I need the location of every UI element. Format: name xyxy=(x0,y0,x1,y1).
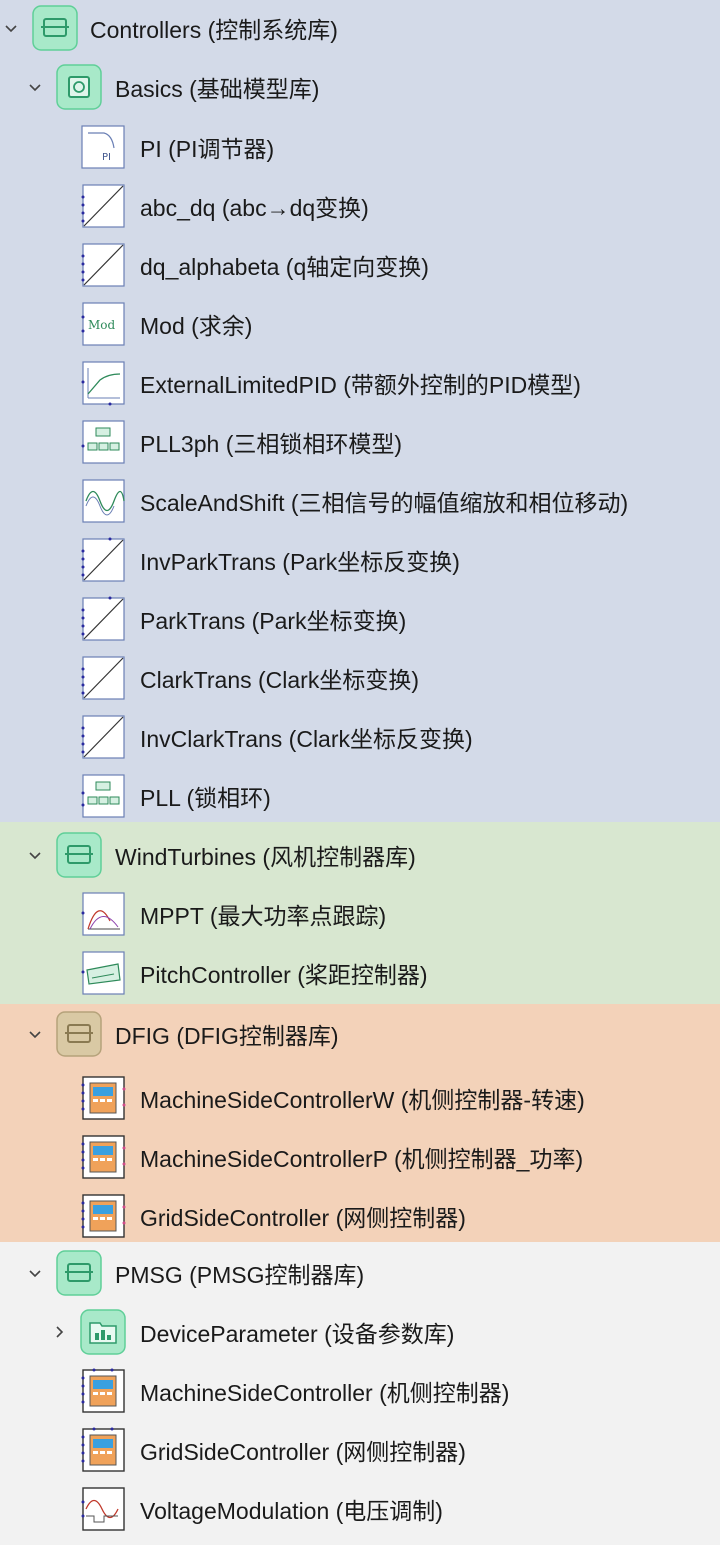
tree-leaf-external-limited-pid[interactable]: ExternalLimitedPID (带额外控制的PID模型) xyxy=(0,356,720,410)
tree-leaf-label: ExternalLimitedPID (带额外控制的PID模型) xyxy=(140,372,581,398)
tree-leaf-label: VoltageModulation (电压调制) xyxy=(140,1498,443,1524)
tree-leaf-label: PI (PI调节器) xyxy=(140,136,275,162)
tree-leaf-grid-side-controller[interactable]: GridSideController (网侧控制器) xyxy=(0,1189,720,1243)
tree-node-label: Basics (基础模型库) xyxy=(115,76,320,102)
tree-leaf-pitch-controller[interactable]: PitchController (桨距控制器) xyxy=(0,946,720,1000)
controller-block-icon xyxy=(80,1193,126,1239)
tree-node-wind-turbines[interactable]: WindTurbines (风机控制器库) xyxy=(0,828,720,882)
tree-leaf-voltage-modulation[interactable]: VoltageModulation (电压调制) xyxy=(0,1482,720,1536)
transform-block-icon xyxy=(80,596,126,642)
tree-leaf-abc-dq[interactable]: abc_dq (abc→dq变换) xyxy=(0,179,720,233)
tree-leaf-dq-alphabeta[interactable]: dq_alphabeta (q轴定向变换) xyxy=(0,238,720,292)
mppt-curve-icon xyxy=(80,891,126,937)
tree-leaf-pi[interactable]: PI PI (PI调节器) xyxy=(0,120,720,174)
parameter-record-icon xyxy=(80,1309,126,1355)
transform-block-icon xyxy=(80,655,126,701)
package-icon xyxy=(32,5,78,51)
controllers-section: Controllers (控制系统库) Basics (基础模型库) PI PI… xyxy=(0,0,720,822)
package-icon xyxy=(56,64,102,110)
tree-node-device-parameter[interactable]: DeviceParameter (设备参数库) xyxy=(0,1305,720,1359)
pll-block-icon xyxy=(80,773,126,819)
controller-block-icon xyxy=(80,1368,126,1414)
tree-leaf-scale-and-shift[interactable]: ScaleAndShift (三相信号的幅值缩放和相位移动) xyxy=(0,474,720,528)
dfig-section: DFIG (DFIG控制器库) MachineSideControllerW (… xyxy=(0,1004,720,1242)
tree-node-label: DFIG (DFIG控制器库) xyxy=(115,1023,339,1049)
tree-leaf-label: PitchController (桨距控制器) xyxy=(140,962,428,988)
tree-leaf-label: DeviceParameter (设备参数库) xyxy=(140,1321,455,1347)
tree-leaf-label: ParkTrans (Park坐标变换) xyxy=(140,608,407,634)
tree-leaf-machine-side-controller[interactable]: MachineSideController (机侧控制器) xyxy=(0,1364,720,1418)
tree-leaf-label: GridSideController (网侧控制器) xyxy=(140,1439,466,1465)
package-icon xyxy=(56,832,102,878)
tree-leaf-label: Mod (求余) xyxy=(140,313,253,339)
mod-block-icon: Mod xyxy=(80,301,126,347)
tree-leaf-label: ScaleAndShift (三相信号的幅值缩放和相位移动) xyxy=(140,490,629,516)
tree-leaf-pll[interactable]: PLL (锁相环) xyxy=(0,769,720,823)
modulation-block-icon xyxy=(80,1486,126,1532)
controller-block-icon xyxy=(80,1134,126,1180)
svg-text:PI: PI xyxy=(102,152,111,163)
tree-leaf-inv-park-trans[interactable]: InvParkTrans (Park坐标反变换) xyxy=(0,533,720,587)
tree-leaf-label: MachineSideController (机侧控制器) xyxy=(140,1380,510,1406)
tree-node-label: WindTurbines (风机控制器库) xyxy=(115,844,416,870)
tree-leaf-machine-side-controller-w[interactable]: MachineSideControllerW (机侧控制器-转速) xyxy=(0,1071,720,1125)
transform-block-icon xyxy=(80,242,126,288)
transform-block-icon xyxy=(80,183,126,229)
tree-leaf-label: MachineSideControllerP (机侧控制器_功率) xyxy=(140,1146,584,1172)
controller-block-icon xyxy=(80,1075,126,1121)
tree-node-pmsg[interactable]: PMSG (PMSG控制器库) xyxy=(0,1246,720,1300)
tree-leaf-label: InvClarkTrans (Clark坐标反变换) xyxy=(140,726,473,752)
tree-leaf-machine-side-controller-p[interactable]: MachineSideControllerP (机侧控制器_功率) xyxy=(0,1130,720,1184)
tree-node-label: Controllers (控制系统库) xyxy=(90,17,338,43)
tree-leaf-label: ClarkTrans (Clark坐标变换) xyxy=(140,667,419,693)
tree-leaf-grid-side-controller[interactable]: GridSideController (网侧控制器) xyxy=(0,1423,720,1477)
chevron-down-icon[interactable] xyxy=(24,1023,46,1045)
tree-leaf-label: abc_dq (abc→dq变换) xyxy=(140,195,369,221)
tree-node-label: PMSG (PMSG控制器库) xyxy=(115,1262,365,1288)
sine-block-icon xyxy=(80,478,126,524)
tree-leaf-inv-clark-trans[interactable]: InvClarkTrans (Clark坐标反变换) xyxy=(0,710,720,764)
transform-block-icon xyxy=(80,537,126,583)
tree-leaf-label: PLL3ph (三相锁相环模型) xyxy=(140,431,403,457)
tree-leaf-mppt[interactable]: MPPT (最大功率点跟踪) xyxy=(0,887,720,941)
tree-leaf-label: MachineSideControllerW (机侧控制器-转速) xyxy=(140,1087,585,1113)
tree-leaf-label: GridSideController (网侧控制器) xyxy=(140,1205,466,1231)
chevron-down-icon[interactable] xyxy=(24,844,46,866)
pi-block-icon: PI xyxy=(80,124,126,170)
wind-turbines-section: WindTurbines (风机控制器库) MPPT (最大功率点跟踪) Pit… xyxy=(0,822,720,1004)
package-icon xyxy=(56,1250,102,1296)
package-icon xyxy=(56,1011,102,1057)
tree-leaf-label: InvParkTrans (Park坐标反变换) xyxy=(140,549,460,575)
transform-block-icon xyxy=(80,714,126,760)
chevron-right-icon[interactable] xyxy=(48,1321,70,1343)
tree-leaf-label: PLL (锁相环) xyxy=(140,785,271,811)
pll-block-icon xyxy=(80,419,126,465)
chevron-down-icon[interactable] xyxy=(0,17,22,39)
chevron-down-icon[interactable] xyxy=(24,76,46,98)
tree-leaf-label: dq_alphabeta (q轴定向变换) xyxy=(140,254,429,280)
tree-node-controllers[interactable]: Controllers (控制系统库) xyxy=(0,1,720,55)
tree-node-dfig[interactable]: DFIG (DFIG控制器库) xyxy=(0,1007,720,1061)
svg-text:Mod: Mod xyxy=(88,318,116,332)
tree-leaf-pll3ph[interactable]: PLL3ph (三相锁相环模型) xyxy=(0,415,720,469)
chevron-down-icon[interactable] xyxy=(24,1262,46,1284)
controller-block-icon xyxy=(80,1427,126,1473)
tree-leaf-mod[interactable]: Mod Mod (求余) xyxy=(0,297,720,351)
tree-node-basics[interactable]: Basics (基础模型库) xyxy=(0,60,720,114)
tree-leaf-park-trans[interactable]: ParkTrans (Park坐标变换) xyxy=(0,592,720,646)
pmsg-section: PMSG (PMSG控制器库) DeviceParameter (设备参数库) … xyxy=(0,1242,720,1545)
pitch-controller-icon xyxy=(80,950,126,996)
tree-leaf-label: MPPT (最大功率点跟踪) xyxy=(140,903,387,929)
tree-leaf-clark-trans[interactable]: ClarkTrans (Clark坐标变换) xyxy=(0,651,720,705)
pid-curve-block-icon xyxy=(80,360,126,406)
